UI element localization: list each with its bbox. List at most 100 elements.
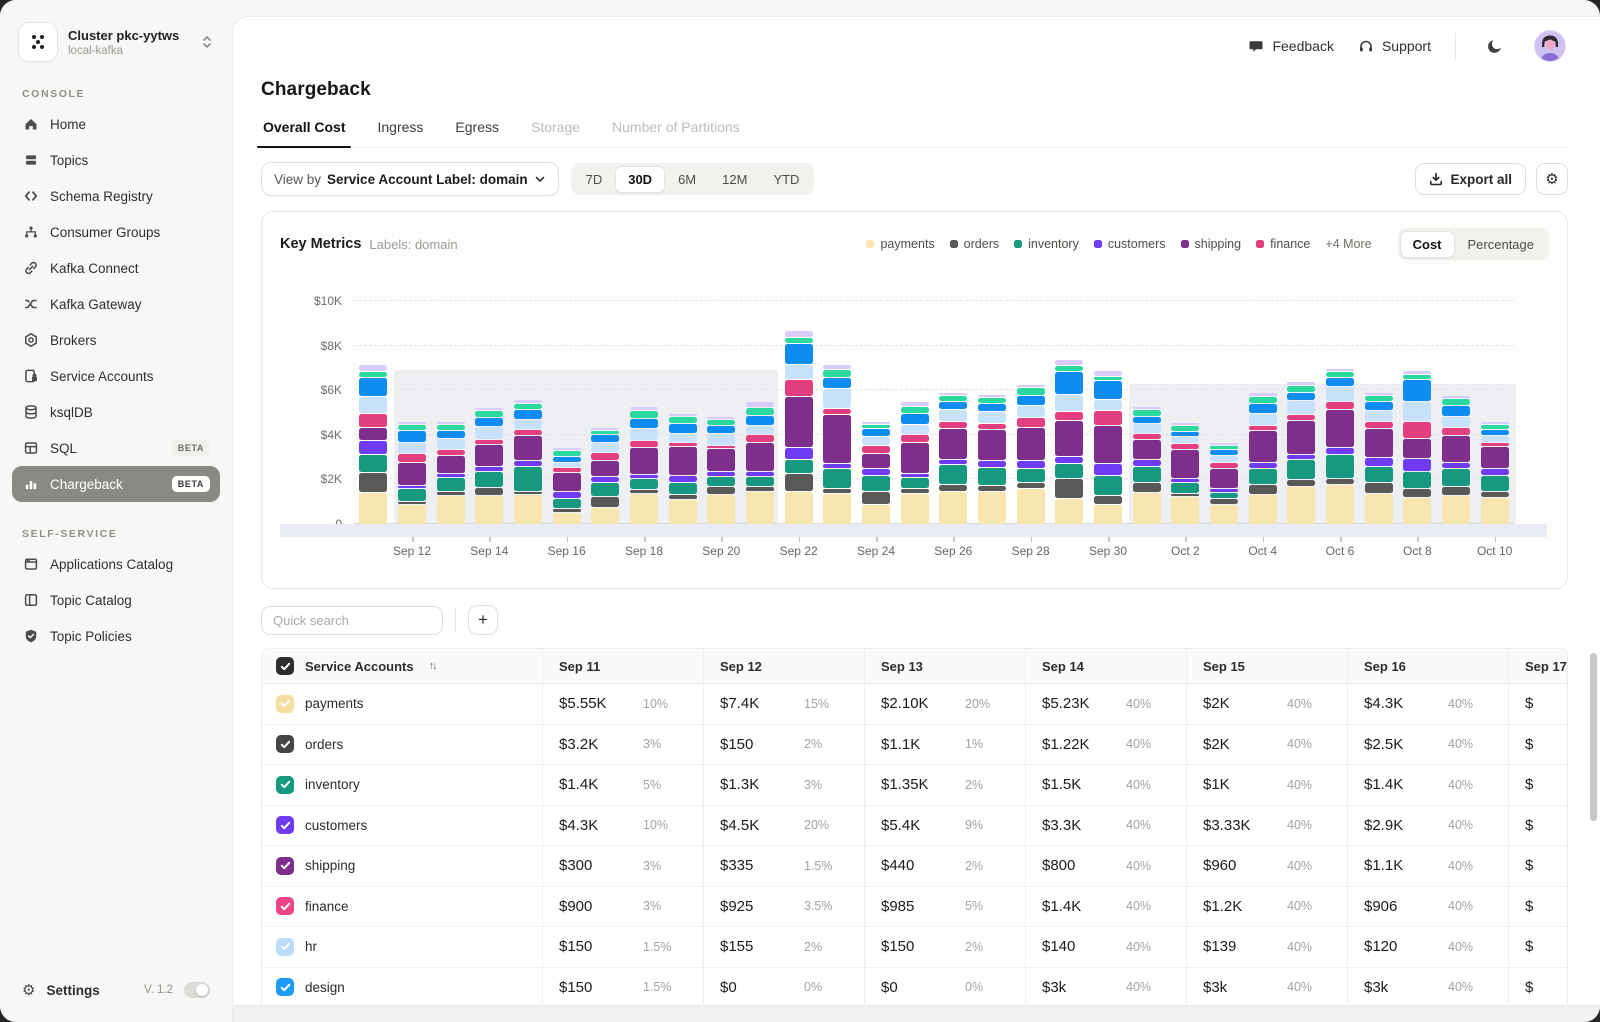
bar-sep-26[interactable]: [939, 392, 968, 524]
bar-sep-14[interactable]: [475, 407, 504, 524]
legend-item-customers[interactable]: customers: [1093, 237, 1166, 251]
range-7d[interactable]: 7D: [573, 166, 616, 193]
export-all-button[interactable]: Export all: [1415, 163, 1526, 195]
select-all-checkbox[interactable]: [276, 657, 294, 675]
bar-sep-24[interactable]: [862, 421, 890, 524]
legend-item-shipping[interactable]: shipping: [1180, 237, 1241, 251]
bar-sep-20[interactable]: [707, 416, 736, 524]
bar-segment-design: [630, 419, 658, 429]
toggle-cost[interactable]: Cost: [1399, 230, 1455, 258]
chart-settings-button[interactable]: ⚙: [1536, 163, 1568, 195]
bar-oct-8[interactable]: [1403, 370, 1432, 524]
chart-axis-strip[interactable]: [280, 524, 1547, 537]
sidebar-item-topic-catalog[interactable]: Topic Catalog: [12, 582, 220, 618]
bar-oct-6[interactable]: [1326, 368, 1354, 524]
bar-oct-9[interactable]: [1442, 395, 1470, 524]
cell-percentage: 40%: [1287, 818, 1313, 833]
bar-oct-3[interactable]: [1210, 442, 1238, 524]
search-input[interactable]: [261, 605, 443, 635]
bar-segment-sales: [630, 411, 658, 419]
row-checkbox-customers[interactable]: [276, 816, 294, 835]
vertical-scrollbar[interactable]: [1590, 653, 1597, 821]
bar-sep-12[interactable]: [398, 421, 426, 524]
bar-sep-29[interactable]: [1055, 359, 1084, 524]
tab-overall-cost[interactable]: Overall Cost: [256, 119, 352, 148]
dark-mode-button[interactable]: [1480, 31, 1510, 61]
sidebar-item-schema-registry[interactable]: Schema Registry: [12, 178, 220, 214]
sidebar-item-service-accounts[interactable]: Service Accounts: [12, 358, 220, 394]
tab-egress[interactable]: Egress: [453, 119, 501, 147]
bar-sep-22[interactable]: [784, 330, 813, 524]
toggle-percentage[interactable]: Percentage: [1455, 231, 1548, 258]
cluster-selector[interactable]: Cluster pkc-yytws local-kafka: [12, 22, 220, 62]
cell-percentage: 1%: [965, 737, 984, 752]
bar-oct-4[interactable]: [1248, 392, 1277, 524]
sidebar-item-topic-policies[interactable]: Topic Policies: [12, 618, 220, 654]
bar-sep-28[interactable]: [1016, 384, 1045, 524]
cell-percentage: 40%: [1448, 818, 1474, 833]
row-checkbox-payments[interactable]: [276, 694, 294, 713]
cell-sep-14: $1.4K 40%: [1025, 886, 1186, 926]
bar-segment-sales: [1364, 395, 1393, 402]
sidebar-item-consumer-groups[interactable]: Consumer Groups: [12, 214, 220, 250]
row-checkbox-orders[interactable]: [276, 735, 294, 754]
row-checkbox-shipping[interactable]: [276, 856, 294, 875]
bar-segment-finance: [668, 442, 697, 446]
legend-item-payments[interactable]: payments: [866, 237, 935, 251]
row-checkbox-finance[interactable]: [276, 897, 294, 916]
bar-sep-23[interactable]: [823, 364, 852, 524]
bar-sep-27[interactable]: [978, 394, 1006, 524]
sidebar-item-home[interactable]: Home: [12, 106, 220, 142]
bar-segment-customers: [1132, 460, 1161, 467]
bar-sep-30[interactable]: [1094, 370, 1122, 524]
cell-value: $900: [559, 897, 593, 915]
bar-sep-21[interactable]: [746, 401, 774, 524]
bar-oct-5[interactable]: [1287, 381, 1316, 524]
legend-item-finance[interactable]: finance: [1256, 237, 1310, 251]
avatar[interactable]: [1534, 30, 1566, 62]
sidebar-item-kafka-gateway[interactable]: Kafka Gateway: [12, 286, 220, 322]
version-toggle[interactable]: [184, 982, 210, 998]
sidebar-item-ksqldb[interactable]: ksqlDB: [12, 394, 220, 430]
bar-segment-design: [1287, 393, 1316, 401]
feedback-button[interactable]: Feedback: [1248, 38, 1334, 54]
bar-sep-17[interactable]: [591, 427, 620, 524]
range-6m[interactable]: 6M: [665, 166, 709, 193]
view-by-dropdown[interactable]: View by Service Account Label: domain: [261, 162, 559, 196]
sidebar-item-brokers[interactable]: Brokers: [12, 322, 220, 358]
support-button[interactable]: Support: [1358, 38, 1431, 54]
bar-sep-19[interactable]: [668, 413, 697, 524]
legend-item-orders[interactable]: orders: [949, 237, 999, 251]
bar-oct-10[interactable]: [1480, 421, 1509, 524]
legend-more-label[interactable]: +4 More: [1325, 237, 1371, 251]
bar-sep-25[interactable]: [900, 401, 929, 524]
sidebar-item-topics[interactable]: Topics: [12, 142, 220, 178]
range-12m[interactable]: 12M: [709, 166, 760, 193]
row-checkbox-inventory[interactable]: [276, 775, 294, 794]
horizontal-scrollbar-track[interactable]: [233, 1005, 1600, 1022]
range-ytd[interactable]: YTD: [760, 166, 812, 193]
bar-segment-hr: [359, 396, 388, 413]
bar-oct-7[interactable]: [1364, 392, 1393, 524]
sidebar-item-settings[interactable]: ⚙ Settings V. 1.2: [12, 972, 220, 1008]
sidebar-item-applications-catalog[interactable]: Applications Catalog: [12, 546, 220, 582]
bar-sep-15[interactable]: [514, 399, 542, 524]
range-30d[interactable]: 30D: [615, 165, 666, 193]
legend-item-inventory[interactable]: inventory: [1014, 237, 1079, 251]
bar-sep-16[interactable]: [552, 447, 581, 524]
tab-ingress[interactable]: Ingress: [375, 119, 425, 147]
sort-icon[interactable]: ↑↓: [429, 660, 438, 672]
bar-sep-13[interactable]: [436, 421, 465, 524]
add-button[interactable]: +: [468, 605, 498, 635]
cell-sep-17: $: [1508, 967, 1567, 1007]
sidebar-item-kafka-connect[interactable]: Kafka Connect: [12, 250, 220, 286]
bar-sep-18[interactable]: [630, 406, 658, 524]
row-checkbox-hr[interactable]: [276, 937, 294, 956]
row-checkbox-design[interactable]: [276, 978, 294, 997]
bar-segment-hr: [591, 442, 620, 452]
sidebar-item-chargeback[interactable]: Chargeback BETA: [12, 466, 220, 502]
sidebar-item-sql[interactable]: SQL BETA: [12, 430, 220, 466]
bar-sep-11[interactable]: [359, 364, 388, 524]
bar-oct-1[interactable]: [1132, 406, 1161, 524]
bar-oct-2[interactable]: [1171, 422, 1200, 524]
